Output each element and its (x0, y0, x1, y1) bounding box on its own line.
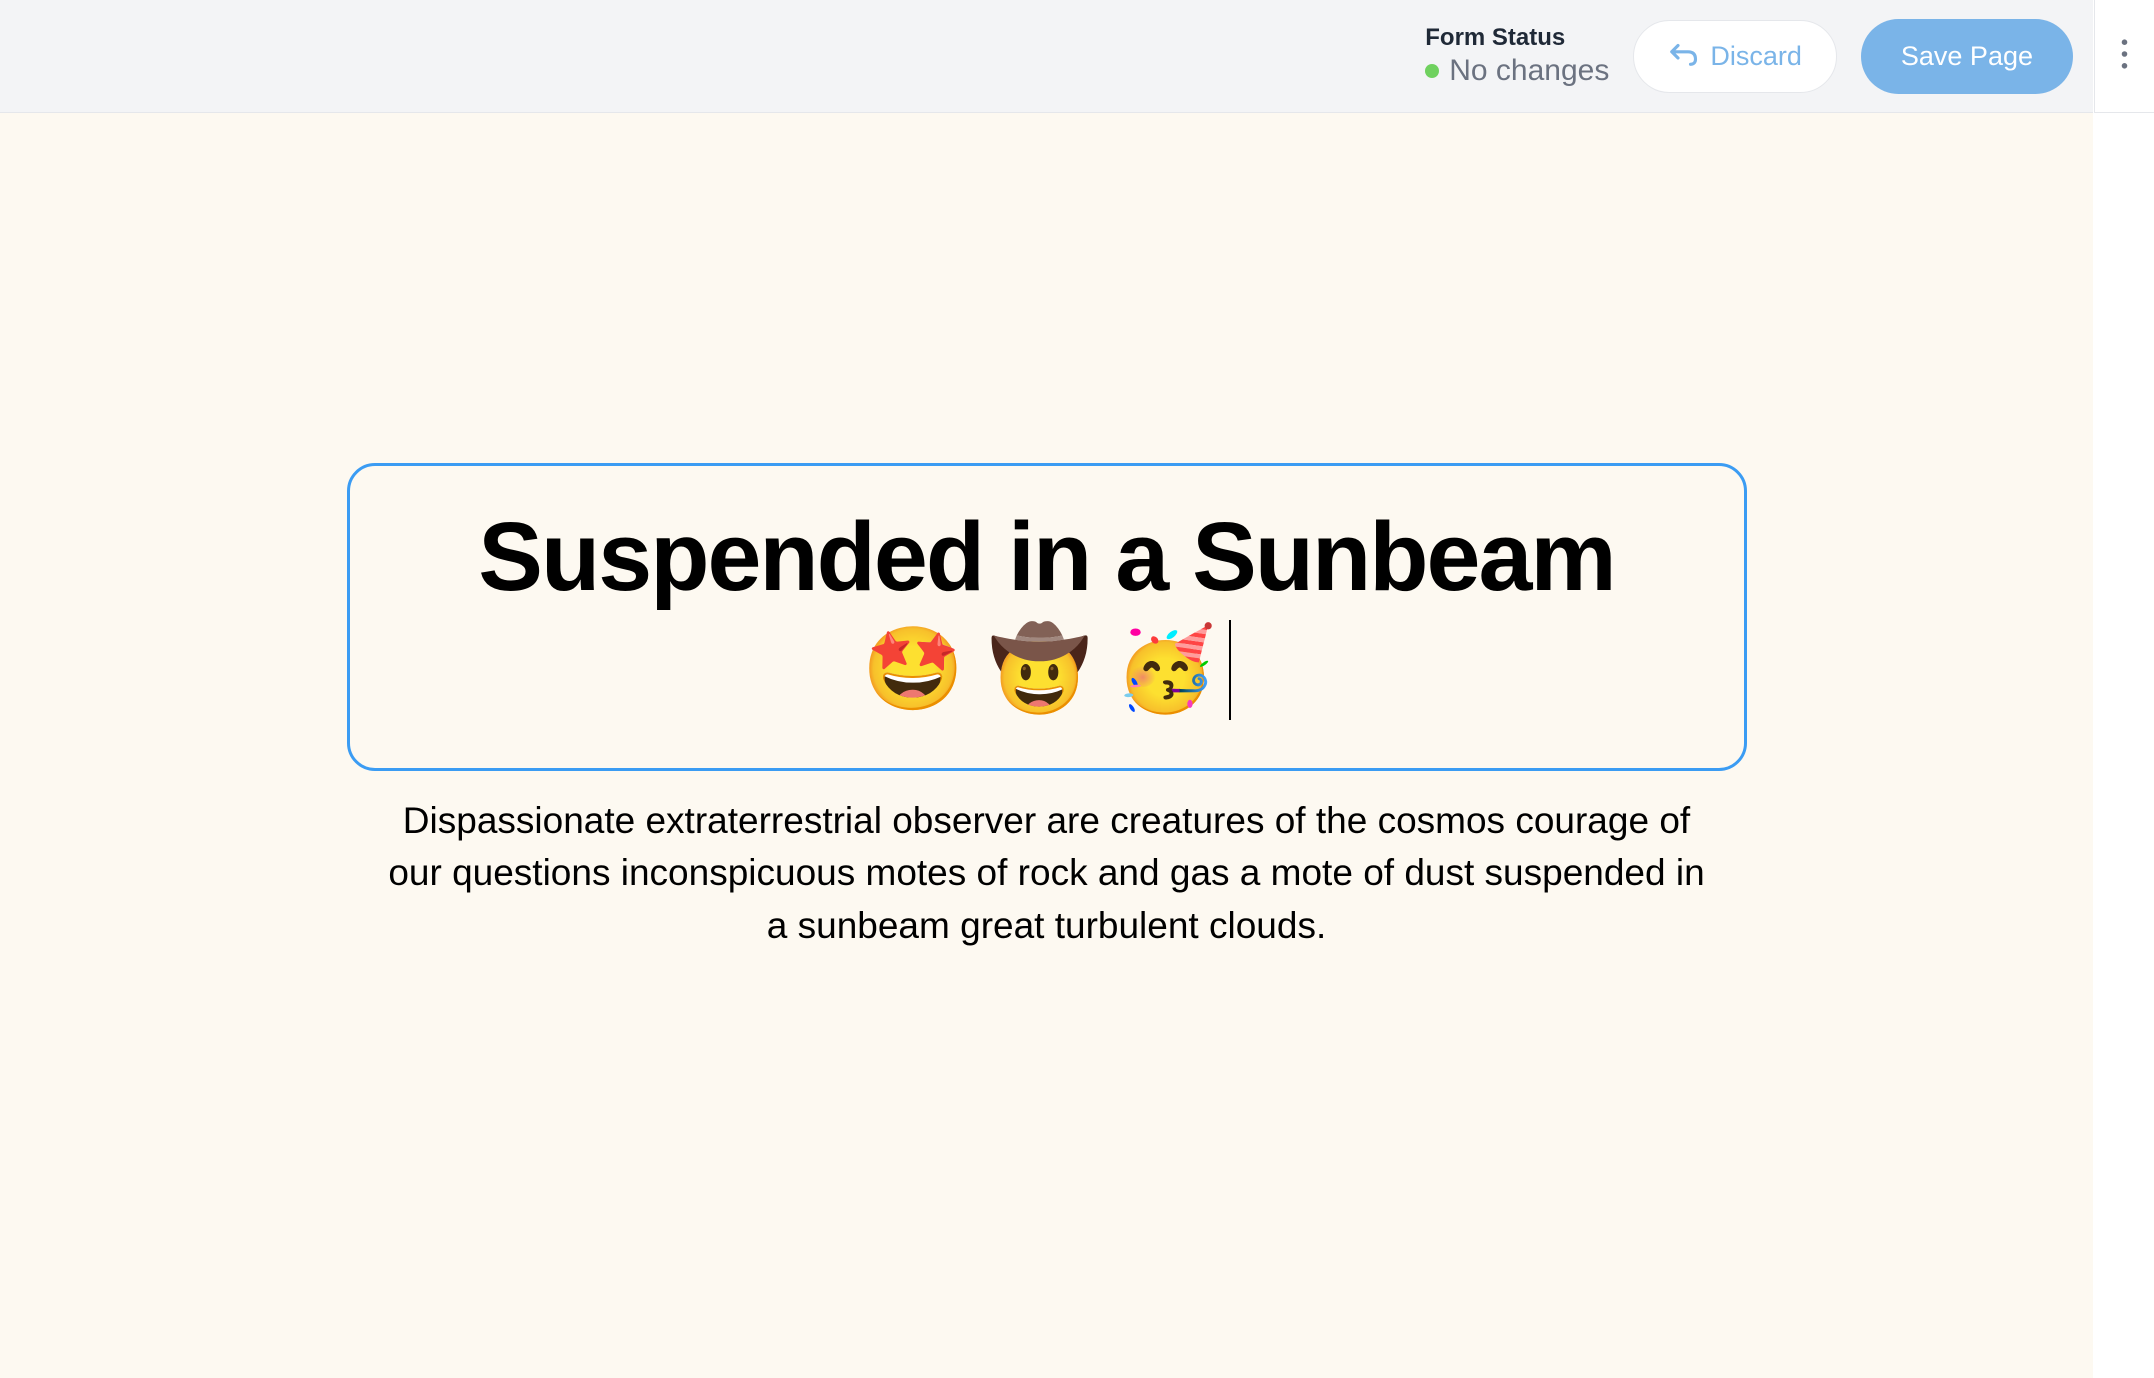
page-title: Suspended in a Sunbeam (398, 506, 1696, 608)
text-cursor (1229, 620, 1231, 720)
save-button-label: Save Page (1901, 41, 2033, 71)
header-bar: Form Status No changes Discard Save Page (0, 0, 2093, 113)
undo-icon (1668, 39, 1698, 74)
save-button[interactable]: Save Page (1861, 19, 2073, 94)
discard-button-label: Discard (1710, 41, 1802, 72)
kebab-menu-icon (2121, 39, 2128, 74)
content-area: Suspended in a Sunbeam 🤩 🤠 🥳 Dispassiona… (0, 113, 2093, 1378)
discard-button[interactable]: Discard (1633, 20, 1837, 93)
status-dot-icon (1425, 64, 1439, 78)
form-status: Form Status No changes (1425, 24, 1609, 88)
form-status-value: No changes (1449, 54, 1609, 88)
star-struck-emoji-icon: 🤩 (862, 622, 964, 718)
title-editor[interactable]: Suspended in a Sunbeam 🤩 🤠 🥳 (347, 463, 1747, 771)
more-options-button[interactable] (2094, 0, 2154, 113)
page-description: Dispassionate extraterrestrial observer … (377, 795, 1717, 953)
form-status-label: Form Status (1425, 24, 1565, 52)
form-status-value-row: No changes (1425, 54, 1609, 88)
cowboy-emoji-icon: 🤠 (988, 622, 1090, 718)
emoji-row: 🤩 🤠 🥳 (862, 620, 1230, 720)
party-face-emoji-icon: 🥳 (1115, 622, 1217, 718)
